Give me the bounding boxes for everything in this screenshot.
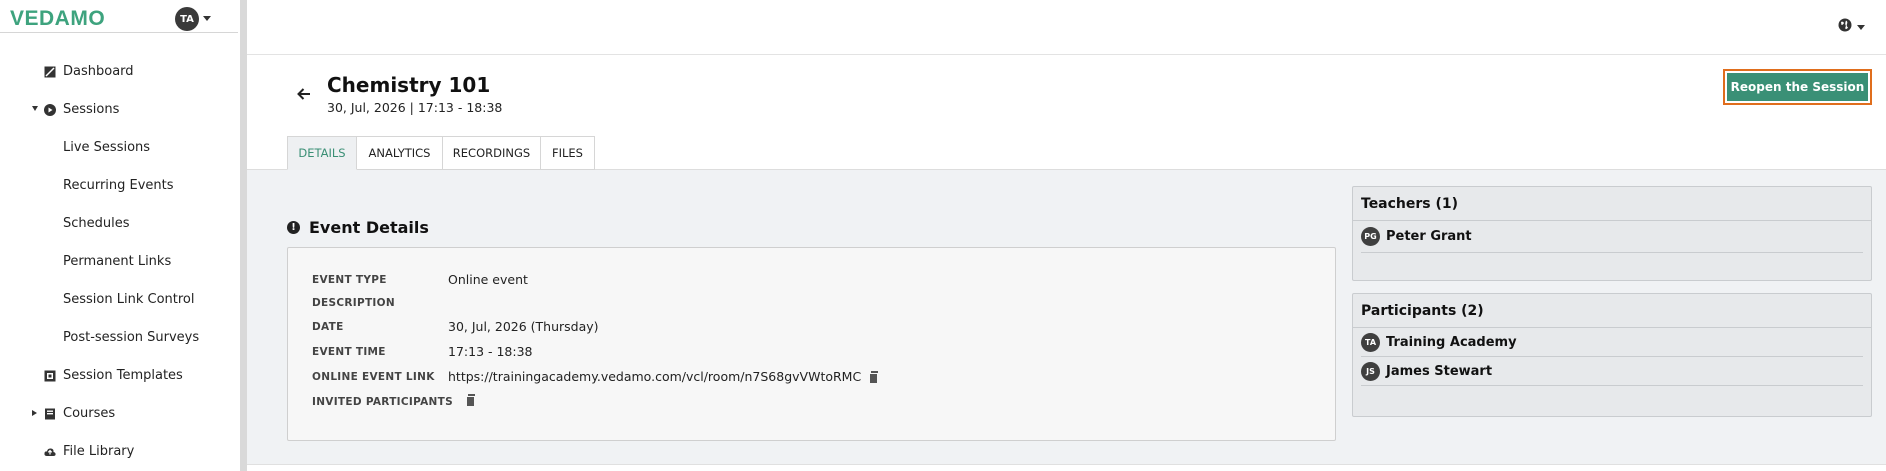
detail-label: EVENT TYPE (312, 274, 387, 286)
teachers-title: Teachers (1) (1353, 187, 1871, 221)
session-date-time: 30, Jul, 2026 | 17:13 - 18:38 (327, 100, 503, 115)
sidebar-item-sessions[interactable]: Sessions (0, 98, 238, 122)
sidebar-item-label: Session Link Control (63, 292, 195, 307)
event-details-card: EVENT TYPE Online event DESCRIPTION DATE… (287, 247, 1336, 441)
avatar: TA (1361, 332, 1380, 352)
tab-files[interactable]: FILES (541, 136, 595, 170)
sidebar-item-label: Dashboard (63, 64, 134, 79)
tab-recordings[interactable]: RECORDINGS (443, 136, 541, 170)
detail-value: 30, Jul, 2026 (Thursday) (448, 319, 599, 334)
sidebar-item-label: File Library (63, 444, 135, 459)
top-bar (247, 0, 1886, 55)
participant-row[interactable]: JS James Stewart (1361, 357, 1863, 386)
participants-panel: Participants (2) TA Training Academy JS … (1352, 293, 1872, 417)
participant-name: Training Academy (1386, 334, 1517, 350)
participant-row[interactable]: TA Training Academy (1361, 328, 1863, 357)
sidebar-scrollbar[interactable] (240, 0, 247, 471)
event-details-title: Event Details (309, 218, 429, 237)
sidebar-item-label: Courses (63, 406, 116, 421)
vedamo-logo[interactable]: VEDAMO (10, 7, 105, 31)
sidebar-item-recurring-events[interactable]: Recurring Events (0, 174, 238, 198)
caret-down-icon[interactable] (32, 106, 38, 111)
teachers-panel: Teachers (1) PG Peter Grant (1352, 186, 1872, 281)
reopen-session-button[interactable]: Reopen the Session (1723, 69, 1872, 105)
detail-label: DESCRIPTION (312, 297, 395, 309)
detail-label: ONLINE EVENT LINK (312, 371, 435, 383)
sidebar-item-label: Recurring Events (63, 178, 174, 193)
tab-details[interactable]: DETAILS (287, 136, 357, 170)
cloud-icon (44, 448, 56, 456)
detail-label: INVITED PARTICIPANTS (312, 396, 453, 408)
online-event-link[interactable]: https://trainingacademy.vedamo.com/vcl/r… (448, 369, 861, 384)
participants-title: Participants (2) (1353, 294, 1871, 328)
sidebar-item-file-library[interactable]: File Library (0, 440, 238, 464)
detail-label: EVENT TIME (312, 346, 386, 358)
detail-label: DATE (312, 321, 344, 333)
sidebar: VEDAMO TA Dashboard Sessions Live Sessio… (0, 0, 238, 471)
detail-value: 17:13 - 18:38 (448, 344, 533, 359)
sidebar-item-session-link-control[interactable]: Session Link Control (0, 288, 238, 312)
detail-value-link: https://trainingacademy.vedamo.com/vcl/r… (448, 369, 879, 384)
info-icon: ! (287, 221, 300, 234)
sidebar-item-label: Sessions (63, 102, 120, 117)
sidebar-item-label: Permanent Links (63, 254, 172, 269)
user-avatar[interactable]: TA (175, 7, 199, 31)
page-bottom-edge (247, 464, 1886, 471)
page-title: Chemistry 101 (327, 73, 491, 97)
event-details-heading: ! Event Details (287, 218, 429, 237)
copy-icon[interactable] (869, 371, 879, 384)
sidebar-item-label: Live Sessions (63, 140, 151, 155)
globe-icon[interactable] (1838, 18, 1852, 32)
sidebar-item-label: Schedules (63, 216, 130, 231)
sidebar-item-courses[interactable]: Courses (0, 402, 238, 426)
sidebar-item-dashboard[interactable]: Dashboard (0, 60, 238, 84)
template-icon (44, 370, 56, 382)
sidebar-item-session-templates[interactable]: Session Templates (0, 364, 238, 388)
divider (0, 32, 238, 33)
book-icon (45, 408, 55, 420)
chevron-down-icon[interactable] (203, 16, 211, 21)
play-circle-icon (44, 104, 56, 116)
copy-icon[interactable] (466, 394, 476, 407)
reopen-session-label: Reopen the Session (1727, 73, 1868, 101)
sidebar-item-live-sessions[interactable]: Live Sessions (0, 136, 238, 160)
chevron-down-icon[interactable] (1857, 25, 1865, 30)
teacher-row[interactable]: PG Peter Grant (1361, 221, 1863, 253)
sidebar-item-label: Session Templates (63, 368, 183, 383)
sidebar-item-permanent-links[interactable]: Permanent Links (0, 250, 238, 274)
caret-right-icon[interactable] (32, 410, 37, 416)
dashboard-icon (44, 66, 56, 78)
tab-bar: DETAILS ANALYTICS RECORDINGS FILES (287, 136, 595, 170)
back-arrow-icon[interactable] (296, 86, 312, 102)
sidebar-item-schedules[interactable]: Schedules (0, 212, 238, 236)
avatar: PG (1361, 227, 1380, 246)
participant-name: James Stewart (1386, 363, 1493, 379)
avatar: JS (1361, 361, 1380, 381)
tab-analytics[interactable]: ANALYTICS (357, 136, 443, 170)
sidebar-item-post-session-surveys[interactable]: Post-session Surveys (0, 326, 238, 350)
detail-value: Online event (448, 272, 528, 287)
sidebar-item-label: Post-session Surveys (63, 330, 200, 345)
teacher-name: Peter Grant (1386, 229, 1472, 244)
